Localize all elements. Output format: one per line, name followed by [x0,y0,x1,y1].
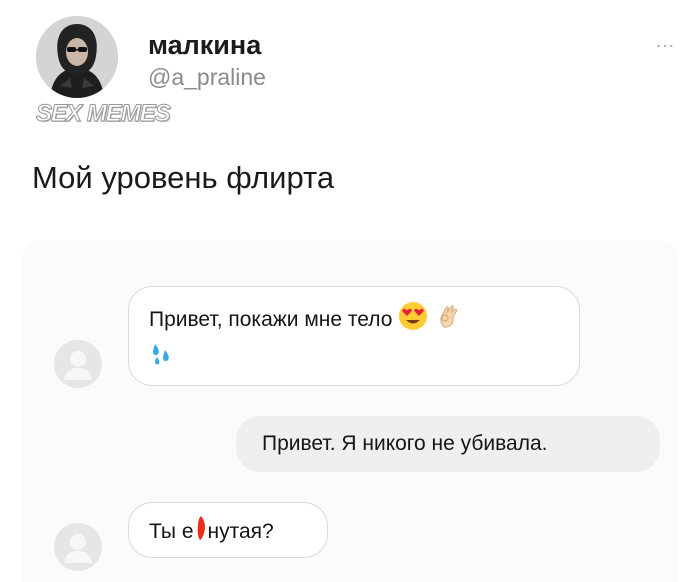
message-text-part: нутая? [207,520,274,544]
contact-avatar [54,340,102,388]
author-handle[interactable]: @a_praline [148,64,266,91]
message-text: Привет, покажи мне тело [149,308,393,332]
author-avatar[interactable] [36,16,118,98]
user-silhouette-icon [54,523,102,571]
more-options-icon[interactable]: … [655,30,676,53]
incoming-message-bubble[interactable]: Привет, покажи мне тело [128,286,580,386]
watermark: SEX MEMES [36,100,172,128]
outgoing-message-bubble[interactable]: Привет. Я никого не убивала. [236,416,660,472]
post-text: Мой уровень флирта [32,160,335,195]
incoming-message-bubble[interactable]: Ты е нутая? [128,502,328,558]
message-text-part: Ты е [149,520,194,544]
message-text: Привет. Я никого не убивала. [262,432,548,455]
contact-avatar [54,523,102,571]
red-censor-mark-icon [195,515,207,550]
post-header: малкина @a_praline … SEX MEMES [36,16,676,128]
ok-hand-emoji-icon [434,301,464,340]
author-name[interactable]: малкина [148,30,261,61]
heart-eyes-emoji-icon [398,301,428,340]
sweat-droplets-emoji-icon [149,340,175,375]
user-silhouette-icon [54,340,102,388]
